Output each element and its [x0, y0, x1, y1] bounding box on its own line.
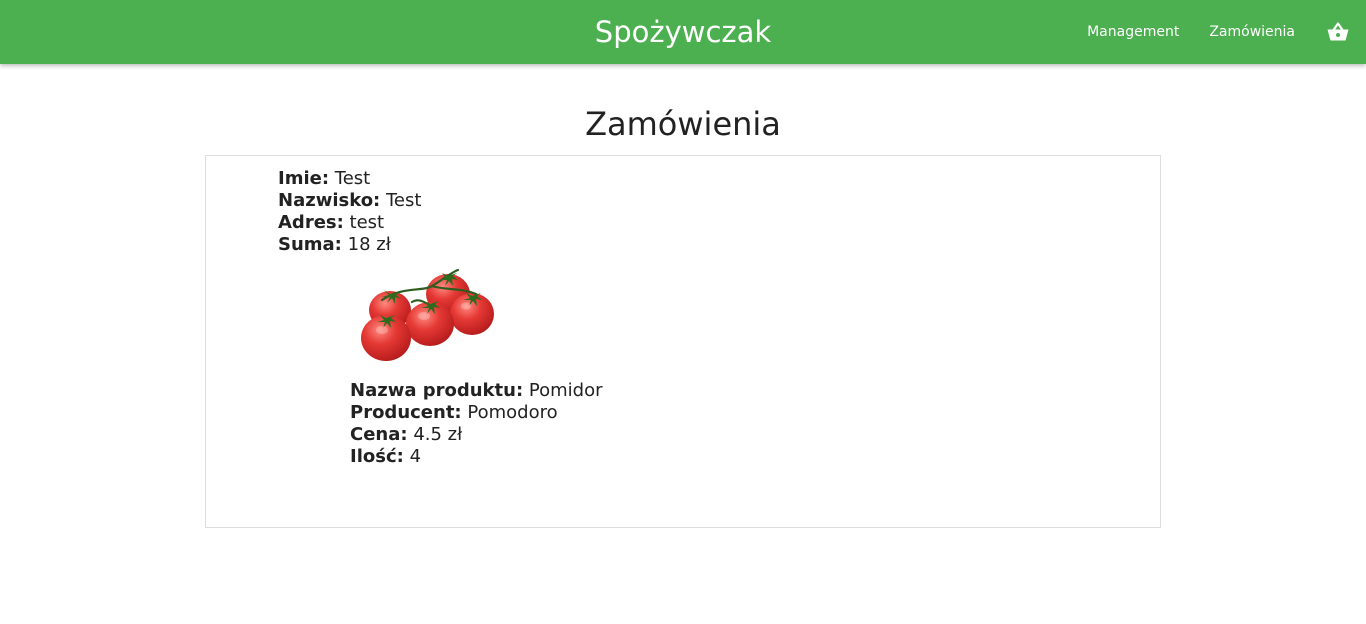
last-name-value: Test	[386, 190, 422, 211]
order-details: Imie: Test Nazwisko: Test Adres: test Su…	[278, 168, 421, 256]
address-value: test	[349, 212, 385, 233]
page-title: Zamówienia	[585, 105, 781, 143]
nav-management-link[interactable]: Management	[1072, 0, 1194, 64]
first-name-label: Imie:	[278, 168, 330, 189]
price-value: 4.5 zł	[413, 424, 463, 445]
last-name-label: Nazwisko:	[278, 190, 381, 211]
product-price-row: Cena: 4.5 zł	[350, 424, 603, 446]
product-name-label: Nazwa produktu:	[350, 380, 524, 401]
order-address-row: Adres: test	[278, 212, 421, 234]
product-name-row: Nazwa produktu: Pomidor	[350, 380, 603, 402]
nav-links: Management Zamówienia	[1072, 0, 1366, 64]
order-total-row: Suma: 18 zł	[278, 234, 421, 256]
producer-label: Producent:	[350, 402, 462, 423]
top-navbar: Spożywczak Management Zamówienia	[0, 0, 1366, 64]
product-details: Nazwa produktu: Pomidor Producent: Pomod…	[350, 380, 603, 468]
price-label: Cena:	[350, 424, 408, 445]
address-label: Adres:	[278, 212, 344, 233]
product-name-value: Pomidor	[528, 380, 603, 401]
product-quantity-row: Ilość: 4	[350, 446, 603, 468]
order-last-name-row: Nazwisko: Test	[278, 190, 421, 212]
order-card: Imie: Test Nazwisko: Test Adres: test Su…	[205, 155, 1161, 528]
quantity-label: Ilość:	[350, 446, 404, 467]
tomato-image	[361, 268, 494, 361]
quantity-value: 4	[409, 446, 422, 467]
total-label: Suma:	[278, 234, 342, 255]
producer-value: Pomodoro	[467, 402, 558, 423]
total-value: 18 zł	[347, 234, 391, 255]
brand-link[interactable]: Spożywczak	[595, 15, 771, 49]
cart-button[interactable]	[1310, 0, 1366, 64]
order-first-name-row: Imie: Test	[278, 168, 421, 190]
first-name-value: Test	[334, 168, 371, 189]
product-producer-row: Producent: Pomodoro	[350, 402, 603, 424]
basket-icon	[1327, 22, 1349, 41]
nav-orders-link[interactable]: Zamówienia	[1194, 0, 1310, 64]
